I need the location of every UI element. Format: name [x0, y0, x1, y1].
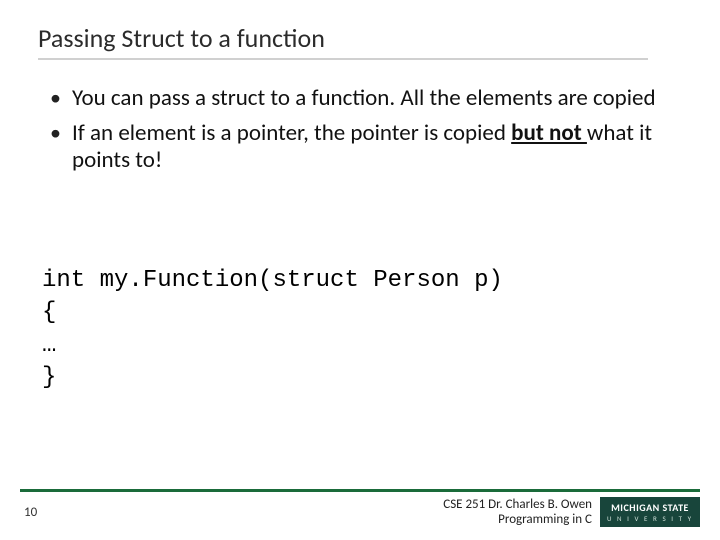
logo-sub-text: U N I V E R S I T Y	[607, 514, 693, 523]
msu-logo: MICHIGAN STATE U N I V E R S I T Y	[600, 497, 700, 527]
slide-title: Passing Struct to a function	[38, 22, 325, 54]
code-line: int my.Function(struct Person p)	[42, 267, 503, 294]
footer-credit-line: CSE 251 Dr. Charles B. Owen	[443, 497, 592, 513]
slide-container: Passing Struct to a function You can pas…	[0, 0, 720, 540]
bullet-item: If an element is a pointer, the pointer …	[46, 120, 666, 174]
footer-divider	[20, 489, 700, 492]
code-line: {	[42, 299, 56, 326]
footer-right: CSE 251 Dr. Charles B. Owen Programming …	[443, 497, 700, 528]
bullet-underlined-text: but not	[511, 119, 587, 147]
code-line: }	[42, 364, 56, 391]
body-content: You can pass a struct to a function. All…	[46, 85, 666, 182]
logo-main-text: MICHIGAN STATE	[611, 501, 689, 514]
bullet-item: You can pass a struct to a function. All…	[46, 85, 666, 112]
bullet-text: You can pass a struct to a function. All…	[72, 84, 656, 112]
bullet-text: If an element is a pointer, the pointer …	[72, 119, 511, 147]
code-line: …	[42, 332, 56, 359]
footer-credit-line: Programming in C	[443, 512, 592, 528]
bullet-list: You can pass a struct to a function. All…	[46, 85, 666, 174]
footer-credit: CSE 251 Dr. Charles B. Owen Programming …	[443, 497, 592, 528]
title-underline	[38, 58, 648, 60]
page-number: 10	[24, 505, 37, 520]
code-block: int my.Function(struct Person p) { … }	[42, 265, 682, 395]
